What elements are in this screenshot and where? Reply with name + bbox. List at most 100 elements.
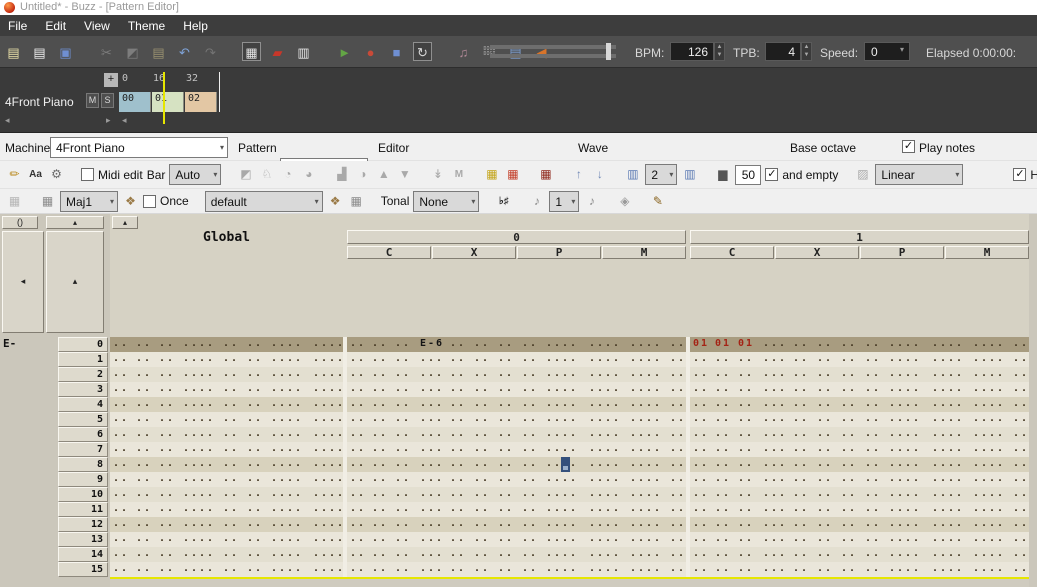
note-step-icon[interactable]: ♪: [583, 193, 600, 210]
cell[interactable]: ..: [519, 442, 543, 457]
cell[interactable]: ..: [156, 412, 180, 427]
scroll-right-icon[interactable]: ▸: [106, 115, 111, 126]
cell[interactable]: ..: [369, 367, 392, 382]
cell[interactable]: ....: [970, 502, 1010, 517]
cell[interactable]: ..: [735, 457, 760, 472]
cell[interactable]: ..: [862, 547, 886, 562]
cell[interactable]: ..: [814, 562, 838, 577]
cell[interactable]: ....: [929, 472, 970, 487]
cell[interactable]: ....: [886, 412, 929, 427]
cell[interactable]: ..: [133, 412, 156, 427]
row-number[interactable]: 10: [58, 487, 108, 502]
cell[interactable]: ..: [690, 472, 712, 487]
loop-icon[interactable]: ↻: [413, 42, 432, 61]
cell[interactable]: ..: [1010, 472, 1029, 487]
cell[interactable]: ..: [790, 397, 814, 412]
cell[interactable]: ..: [495, 442, 519, 457]
cell[interactable]: ..: [133, 442, 156, 457]
cell[interactable]: ....: [586, 442, 627, 457]
cell[interactable]: ..: [495, 367, 519, 382]
step-combo[interactable]: 1▾: [549, 191, 579, 212]
cell[interactable]: ..: [133, 427, 156, 442]
cell[interactable]: ..: [244, 472, 268, 487]
cell[interactable]: ..: [133, 562, 156, 577]
cell[interactable]: ..: [862, 337, 886, 352]
cell[interactable]: ..: [347, 532, 369, 547]
cell[interactable]: ..: [133, 532, 156, 547]
cell[interactable]: ..: [814, 352, 838, 367]
cell[interactable]: ....: [970, 487, 1010, 502]
cell[interactable]: ...: [417, 412, 447, 427]
cell[interactable]: ....: [586, 427, 627, 442]
cell[interactable]: ....: [886, 352, 929, 367]
cell[interactable]: ..: [369, 517, 392, 532]
cell[interactable]: ..: [690, 442, 712, 457]
cell[interactable]: ..: [735, 517, 760, 532]
cell[interactable]: ....: [586, 397, 627, 412]
cell[interactable]: ...: [417, 562, 447, 577]
cell[interactable]: ....: [929, 397, 970, 412]
cell[interactable]: ....: [886, 487, 929, 502]
cell[interactable]: ..: [110, 487, 133, 502]
cell[interactable]: ..: [392, 397, 417, 412]
cell[interactable]: ..: [392, 367, 417, 382]
cell[interactable]: ..: [495, 412, 519, 427]
track-header-0[interactable]: 0: [347, 230, 686, 244]
cell[interactable]: ....: [543, 442, 586, 457]
cell[interactable]: ..: [347, 382, 369, 397]
cell[interactable]: ..: [690, 562, 712, 577]
cell[interactable]: ..: [862, 367, 886, 382]
cell[interactable]: ....: [970, 457, 1010, 472]
new-file-icon[interactable]: ▤: [4, 42, 23, 61]
bar-combo[interactable]: Auto▾: [169, 164, 221, 185]
cell[interactable]: ..: [369, 337, 392, 352]
cell[interactable]: ...: [417, 517, 447, 532]
cell[interactable]: ..: [1010, 352, 1029, 367]
cell[interactable]: ..: [347, 397, 369, 412]
cell[interactable]: E-6: [417, 337, 447, 352]
cell[interactable]: ....: [268, 427, 310, 442]
cell[interactable]: ..: [838, 472, 862, 487]
cell[interactable]: ....: [310, 562, 343, 577]
cell[interactable]: ..: [495, 427, 519, 442]
cell[interactable]: ...: [417, 367, 447, 382]
cell[interactable]: ..: [369, 502, 392, 517]
cell[interactable]: ....: [586, 547, 627, 562]
cell[interactable]: ....: [310, 412, 343, 427]
cell[interactable]: ..: [667, 487, 686, 502]
cell[interactable]: ...: [760, 502, 790, 517]
cell[interactable]: ..: [667, 457, 686, 472]
save-icon[interactable]: ▣: [56, 42, 75, 61]
cell[interactable]: ..: [369, 427, 392, 442]
machine-select[interactable]: 4Front Piano▾: [50, 137, 228, 158]
row-number[interactable]: 4: [58, 397, 108, 412]
scroll-up-button[interactable]: ▴: [46, 216, 104, 229]
cell[interactable]: ..: [347, 412, 369, 427]
cell[interactable]: ..: [471, 547, 495, 562]
cell[interactable]: ..: [110, 367, 133, 382]
cell[interactable]: ..: [838, 562, 862, 577]
cell[interactable]: ....: [543, 487, 586, 502]
cell[interactable]: ..: [347, 352, 369, 367]
cell[interactable]: ..: [790, 367, 814, 382]
cell[interactable]: ....: [886, 442, 929, 457]
preset-combo[interactable]: default▾: [205, 191, 323, 212]
cell[interactable]: ..: [667, 427, 686, 442]
cell[interactable]: ....: [268, 397, 310, 412]
cell[interactable]: ....: [586, 472, 627, 487]
cell[interactable]: ....: [970, 412, 1010, 427]
cell[interactable]: ....: [268, 352, 310, 367]
cell[interactable]: ..: [790, 457, 814, 472]
cell[interactable]: ..: [790, 562, 814, 577]
cell[interactable]: ....: [627, 337, 667, 352]
cell[interactable]: ..: [471, 352, 495, 367]
cell[interactable]: ..: [519, 547, 543, 562]
cell[interactable]: ..: [347, 367, 369, 382]
subcolumn-button-m[interactable]: M: [602, 246, 686, 259]
cell[interactable]: ....: [627, 367, 667, 382]
cell[interactable]: ..: [220, 337, 244, 352]
cell[interactable]: ..: [519, 412, 543, 427]
cell[interactable]: ..: [133, 502, 156, 517]
cell[interactable]: ..: [519, 427, 543, 442]
cell[interactable]: ..: [347, 562, 369, 577]
